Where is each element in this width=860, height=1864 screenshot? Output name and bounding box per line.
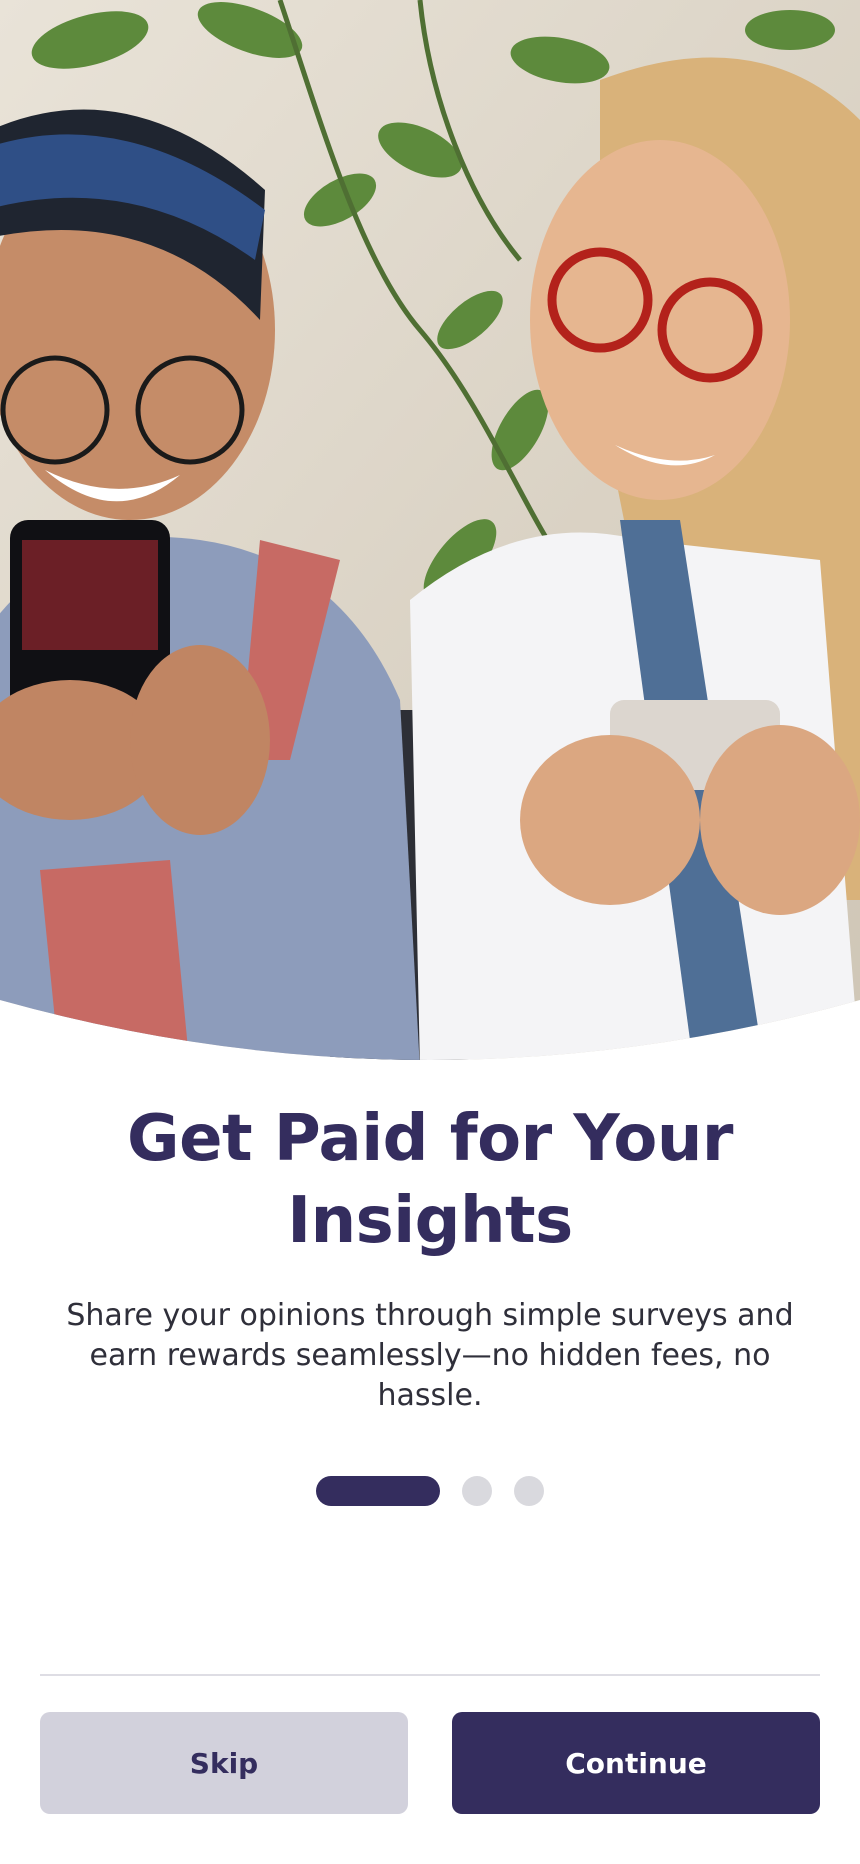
page-indicator-dot: [514, 1476, 544, 1506]
onboarding-title: Get Paid for Your Insights: [127, 1102, 733, 1258]
continue-button[interactable]: Continue: [452, 1712, 820, 1814]
onboarding-subtitle: Share your opinions through simple surve…: [66, 1298, 794, 1413]
skip-button[interactable]: Skip: [40, 1712, 408, 1814]
page-indicator-dot-active: [316, 1476, 440, 1506]
page-indicator-dot: [462, 1476, 492, 1506]
hero-image: [0, 0, 860, 1070]
footer-divider: [40, 1674, 820, 1676]
page-indicator: [0, 1476, 860, 1506]
